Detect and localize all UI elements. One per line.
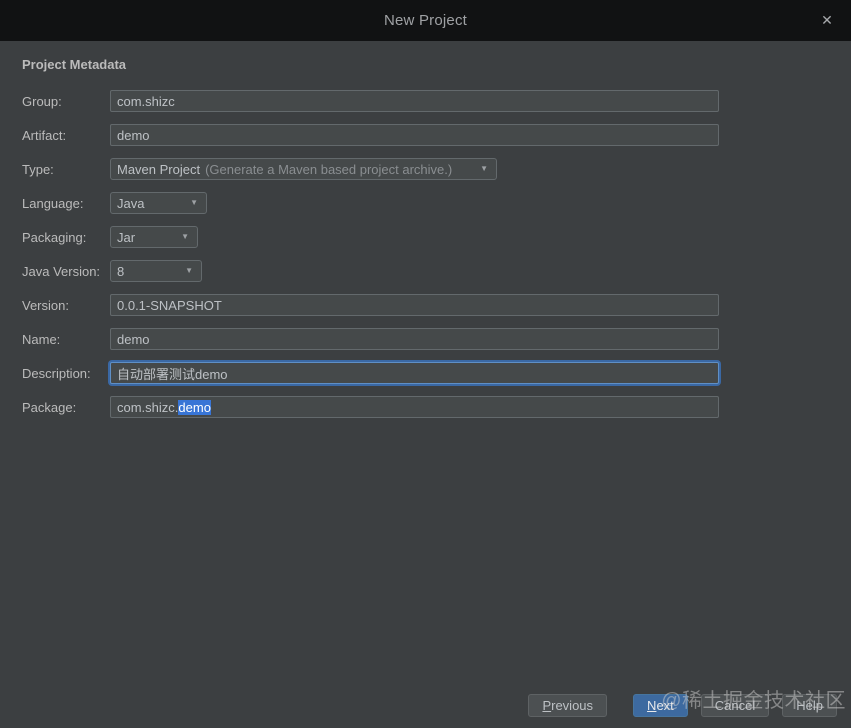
type-hint: (Generate a Maven based project archive.…	[205, 161, 453, 177]
java-version-value: 8	[117, 263, 125, 279]
chevron-down-icon: ▼	[181, 232, 189, 241]
dialog-title: New Project	[383, 12, 468, 29]
description-input[interactable]: 自动部署测试demo	[110, 362, 719, 384]
package-value-prefix: com.shizc.	[117, 399, 179, 415]
package-input[interactable]: com.shizc. demo	[110, 396, 719, 418]
language-select[interactable]: Java ▼	[110, 192, 207, 214]
type-row: Type: Maven Project (Generate a Maven ba…	[22, 158, 851, 180]
name-input[interactable]: demo	[110, 328, 719, 350]
chevron-down-icon: ▼	[480, 164, 488, 173]
close-button[interactable]: ✕	[815, 0, 839, 41]
help-button[interactable]: Help	[782, 694, 837, 717]
package-value-selected: demo	[178, 399, 211, 415]
version-value: 0.0.1-SNAPSHOT	[117, 297, 222, 313]
version-label: Version:	[22, 297, 69, 313]
language-row: Language: Java ▼	[22, 192, 851, 214]
artifact-value: demo	[117, 127, 150, 143]
name-label: Name:	[22, 331, 61, 347]
description-value: 自动部署测试demo	[117, 366, 228, 382]
type-label: Type:	[22, 161, 54, 177]
version-input[interactable]: 0.0.1-SNAPSHOT	[110, 294, 719, 316]
name-value: demo	[117, 331, 150, 347]
group-value: com.shizc	[117, 93, 175, 109]
package-row: Package: com.shizc. demo	[22, 396, 851, 418]
version-row: Version: 0.0.1-SNAPSHOT	[22, 294, 851, 316]
artifact-row: Artifact: demo	[22, 124, 851, 146]
section-title: Project Metadata	[22, 57, 127, 72]
java-version-label: Java Version:	[22, 263, 101, 279]
group-row: Group: com.shizc	[22, 90, 851, 112]
language-value: Java	[117, 195, 145, 211]
artifact-label: Artifact:	[22, 127, 67, 143]
dialog-content: Project Metadata Group: com.shizc Artifa…	[0, 41, 851, 418]
chevron-down-icon: ▼	[185, 266, 193, 275]
next-button[interactable]: Next	[633, 694, 688, 717]
packaging-label: Packaging:	[22, 229, 87, 245]
cancel-button[interactable]: Cancel	[700, 694, 770, 717]
artifact-input[interactable]: demo	[110, 124, 719, 146]
chevron-down-icon: ▼	[190, 198, 198, 207]
java-version-row: Java Version: 8 ▼	[22, 260, 851, 282]
previous-button[interactable]: Previous	[528, 694, 608, 717]
close-icon: ✕	[821, 12, 833, 28]
group-input[interactable]: com.shizc	[110, 90, 719, 112]
type-value: Maven Project	[117, 161, 201, 177]
language-label: Language:	[22, 195, 84, 211]
java-version-select[interactable]: 8 ▼	[110, 260, 202, 282]
group-label: Group:	[22, 93, 62, 109]
package-label: Package:	[22, 399, 77, 415]
description-row: Description: 自动部署测试demo	[22, 362, 851, 384]
name-row: Name: demo	[22, 328, 851, 350]
description-label: Description:	[22, 365, 91, 381]
type-select[interactable]: Maven Project (Generate a Maven based pr…	[110, 158, 497, 180]
new-project-dialog: New Project ✕ Project Metadata Group: co…	[0, 0, 851, 728]
packaging-select[interactable]: Jar ▼	[110, 226, 198, 248]
dialog-titlebar: New Project ✕	[0, 0, 851, 41]
packaging-row: Packaging: Jar ▼	[22, 226, 851, 248]
packaging-value: Jar	[117, 229, 136, 245]
footer-buttons: Previous Next Cancel Help	[528, 694, 837, 717]
